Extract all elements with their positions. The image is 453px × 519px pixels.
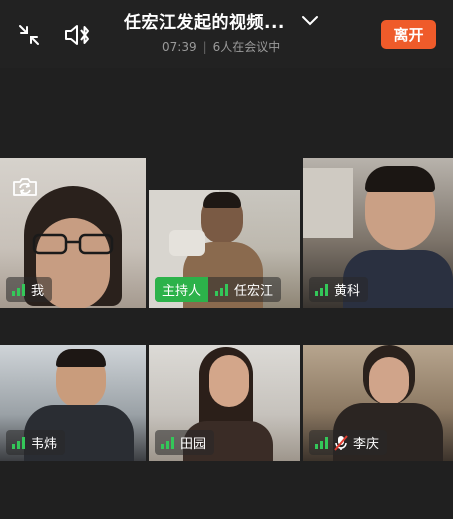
signal-bars-icon — [315, 436, 328, 449]
video-tile-liqing[interactable]: 李庆 — [303, 345, 453, 461]
video-tile-tianyuan[interactable]: 田园 — [149, 345, 300, 461]
video-tile-me[interactable]: 我 — [0, 158, 146, 308]
video-tile-host[interactable]: 主持人 任宏江 — [149, 190, 300, 308]
participant-name-tag: 我 — [6, 277, 53, 302]
participant-name-tag: 李庆 — [309, 430, 388, 455]
participant-name-tag: 主持人 任宏江 — [155, 277, 282, 302]
signal-bars-icon — [161, 436, 174, 449]
participant-name-tag: 黄科 — [309, 277, 369, 302]
participant-name: 我 — [31, 284, 45, 299]
signal-bars-icon — [12, 283, 25, 296]
meeting-time: 07:39 — [162, 40, 197, 54]
participant-name: 任宏江 — [234, 284, 274, 299]
signal-bars-icon — [12, 436, 25, 449]
participant-name: 黄科 — [334, 284, 361, 299]
signal-bars-icon — [215, 283, 229, 296]
camera-switch-icon[interactable] — [10, 174, 40, 200]
host-badge: 主持人 — [155, 277, 209, 302]
participant-name: 田园 — [180, 437, 207, 452]
top-bar: 任宏江发起的视频... 07:39 | 6人在会议中 离开 — [0, 0, 453, 68]
video-tile-weiwei[interactable]: 韦炜 — [0, 345, 146, 461]
meeting-status: 07:39 | 6人在会议中 — [162, 40, 281, 54]
meeting-title-area[interactable]: 任宏江发起的视频... — [124, 8, 324, 33]
meeting-title: 任宏江发起的视频... — [124, 13, 285, 33]
signal-bars-icon — [315, 283, 328, 296]
participant-name: 李庆 — [353, 437, 380, 452]
participant-name: 韦炜 — [31, 437, 58, 452]
leave-button[interactable]: 离开 — [381, 20, 436, 49]
mic-muted-icon — [334, 434, 348, 451]
participant-name-tag: 田园 — [155, 430, 215, 455]
collapse-arrows-icon[interactable] — [14, 20, 44, 50]
video-tile-huangke[interactable]: 黄科 — [303, 158, 453, 308]
chevron-down-icon[interactable] — [299, 10, 321, 32]
participant-count: 6人在会议中 — [212, 40, 281, 54]
speaker-bluetooth-icon[interactable] — [62, 20, 94, 50]
participant-name-tag: 韦炜 — [6, 430, 66, 455]
